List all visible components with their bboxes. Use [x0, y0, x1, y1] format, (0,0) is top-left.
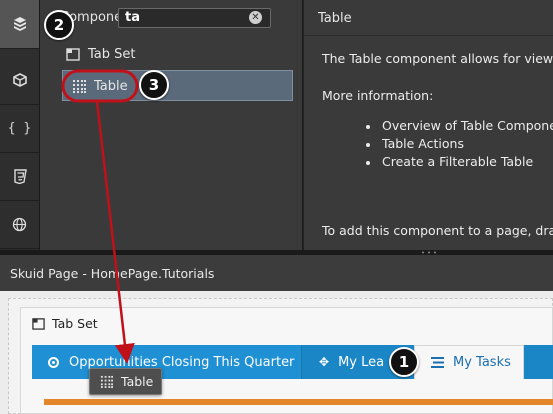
tab-label: My Lea	[338, 354, 385, 370]
rail-page-builder-button[interactable]	[0, 56, 39, 105]
target-icon	[48, 356, 59, 368]
help-link-overview[interactable]: Overview of Table Compone	[382, 118, 553, 133]
component-item-label: Tab Set	[88, 46, 136, 62]
tab-set-header: Tab Set	[32, 316, 98, 331]
tab-opportunities[interactable]: Opportunities Closing This Quarter	[32, 345, 302, 379]
rail-css-button[interactable]	[0, 152, 39, 201]
cube-stack-icon	[13, 17, 26, 31]
bullet-dot	[366, 143, 370, 147]
tasks-list-icon	[431, 357, 444, 368]
help-panel-title: Table	[318, 11, 352, 26]
resize-grip-icon[interactable]	[420, 251, 438, 254]
page-title: Skuid Page - HomePage.Tutorials	[10, 266, 215, 281]
callout-3: 3	[139, 70, 169, 100]
dragging-table-component[interactable]: Table	[89, 368, 162, 395]
rail-web-button[interactable]	[0, 200, 39, 249]
tab-set-label: Tab Set	[52, 316, 98, 331]
help-link-filterable-table[interactable]: Create a Filterable Table	[382, 154, 533, 169]
help-footer-text: To add this component to a page, dra	[322, 223, 553, 238]
bullet-dot	[366, 125, 370, 129]
rail-javascript-button[interactable]: { }	[0, 104, 39, 153]
table-icon	[73, 80, 86, 93]
callout-1: 1	[389, 347, 419, 377]
components-panel	[40, 0, 303, 250]
rail-components-button[interactable]	[0, 0, 39, 49]
help-more-info-text: More information:	[322, 88, 434, 103]
component-item-tab-set[interactable]: Tab Set	[66, 39, 136, 69]
tab-label: My Tasks	[453, 355, 511, 370]
css3-icon	[13, 168, 27, 184]
clear-search-icon[interactable]: ✕	[249, 11, 262, 24]
help-intro-text: The Table component allows for view	[322, 51, 553, 66]
braces-icon: { }	[7, 120, 32, 136]
side-rail: { }	[0, 0, 40, 250]
help-link-table-actions[interactable]: Table Actions	[382, 136, 464, 151]
callout-2: 2	[44, 10, 74, 40]
orange-accent-bar	[44, 399, 553, 405]
component-item-table[interactable]: Table	[72, 71, 128, 101]
tab-set-icon	[66, 48, 80, 61]
bullet-dot	[366, 161, 370, 165]
table-icon	[100, 375, 113, 388]
globe-icon	[12, 217, 27, 231]
box-icon	[12, 73, 27, 87]
tab-set-icon	[32, 318, 45, 330]
crosshair-icon: ✥	[319, 355, 330, 369]
tab-my-tasks[interactable]: My Tasks	[414, 345, 524, 379]
dragging-label: Table	[121, 374, 154, 389]
component-item-label: Table	[94, 78, 128, 94]
